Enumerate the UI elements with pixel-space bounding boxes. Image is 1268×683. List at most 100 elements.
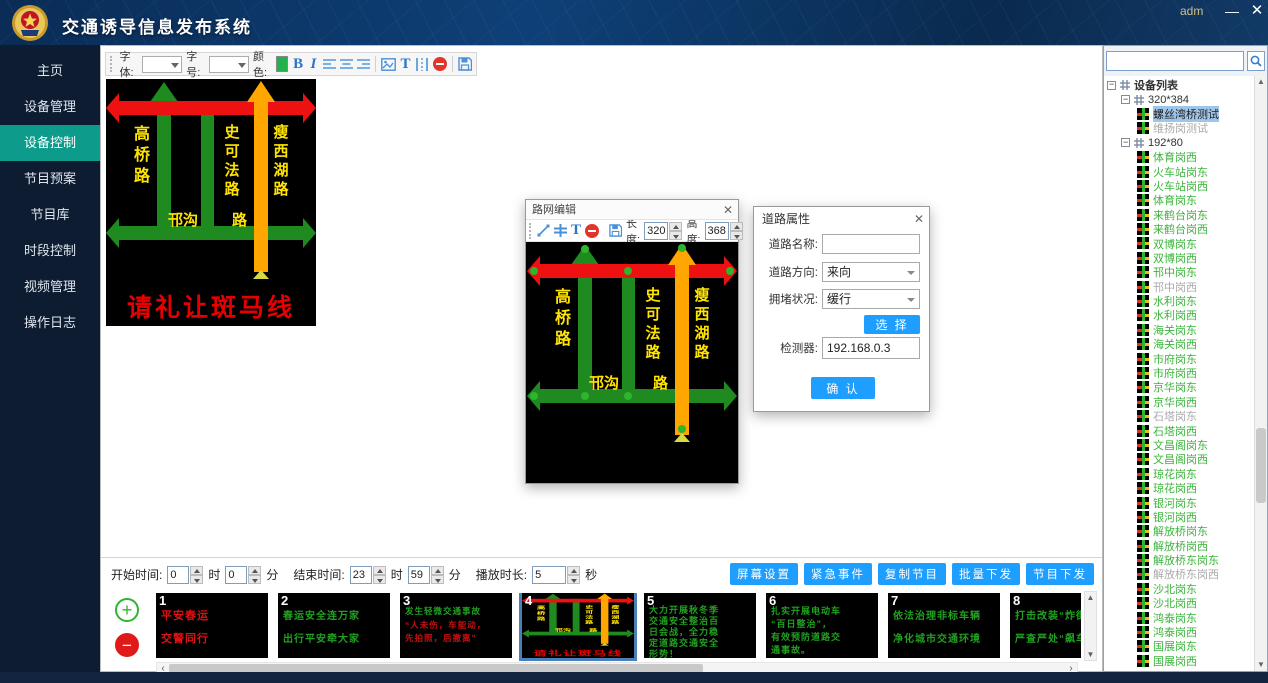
sidebar-item[interactable]: 主页: [0, 53, 100, 89]
end-minute-spinner[interactable]: 59: [408, 566, 444, 584]
device-tree-scrollbar[interactable]: ▲ ▼: [1254, 76, 1267, 671]
spinner-arrows[interactable]: [190, 566, 203, 584]
tree-device-item[interactable]: 水利岗西: [1107, 308, 1256, 322]
tree-device-item[interactable]: 银河岗东: [1107, 495, 1256, 509]
action-button[interactable]: 节目下发: [1026, 563, 1094, 585]
text-tool-button[interactable]: T: [571, 222, 581, 239]
action-button[interactable]: 屏幕设置: [730, 563, 798, 585]
preview-screen[interactable]: 高桥路史可法路瘦西湖路邗沟路请礼让斑马线: [106, 79, 316, 326]
playlist-thumb[interactable]: 7依法治理非标车辆净化城市交通环境: [888, 593, 1000, 658]
playlist-thumb[interactable]: 8打击改装“炸街”严查严处“飙车”: [1010, 593, 1081, 658]
scroll-down-icon[interactable]: ▼: [1255, 659, 1267, 671]
select-button[interactable]: 选 择: [864, 315, 920, 334]
search-input[interactable]: [1106, 51, 1244, 71]
insert-image-icon[interactable]: [381, 56, 396, 73]
sidebar-item[interactable]: 节目预案: [0, 161, 100, 197]
action-button[interactable]: 复制节目: [878, 563, 946, 585]
tree-device-item[interactable]: 螺丝湾桥测试: [1107, 107, 1256, 121]
start-minute-value[interactable]: 0: [225, 566, 247, 584]
remove-program-button[interactable]: −: [115, 633, 139, 657]
end-hour-spinner[interactable]: 23: [350, 566, 386, 584]
crossroad-icon[interactable]: [554, 222, 567, 239]
tree-device-item[interactable]: 国展岗西: [1107, 654, 1256, 668]
end-hour-value[interactable]: 23: [350, 566, 372, 584]
start-hour-value[interactable]: 0: [167, 566, 189, 584]
font-family-select[interactable]: [142, 56, 182, 73]
collapse-icon[interactable]: [1107, 81, 1116, 90]
tree-device-item[interactable]: 火车站岗东: [1107, 164, 1256, 178]
tree-device-item[interactable]: 维扬岗测试: [1107, 121, 1256, 135]
tree-device-item[interactable]: 海关岗东: [1107, 323, 1256, 337]
tree-device-item[interactable]: 火车站岗西: [1107, 179, 1256, 193]
confirm-button[interactable]: 确 认: [811, 377, 875, 399]
bold-button[interactable]: B: [292, 56, 303, 73]
tree-group[interactable]: 192*80: [1107, 136, 1256, 150]
tree-device-item[interactable]: 双博岗东: [1107, 236, 1256, 250]
playlist-thumb[interactable]: 3发生轻微交通事故“人未伤，车能动，先拍照，后撤离”: [400, 593, 512, 658]
spinner-arrows[interactable]: [730, 222, 743, 240]
close-icon[interactable]: ✕: [914, 207, 924, 231]
playlist-thumb[interactable]: 5大力开展秋冬季交通安全整治百日会战，全力稳定道路交通安全形势！: [644, 593, 756, 658]
playlist-thumb[interactable]: 1平安春运交警同行: [156, 593, 268, 658]
tree-device-item[interactable]: 京华岗西: [1107, 395, 1256, 409]
tree-device-item[interactable]: 解放桥岗西: [1107, 539, 1256, 553]
duration-value[interactable]: 5: [532, 566, 566, 584]
spinner-arrows[interactable]: [248, 566, 261, 584]
collapse-icon[interactable]: [1121, 138, 1130, 147]
playlist-thumb[interactable]: 4高桥路史可法路瘦西湖路邗沟路请礼让斑马线: [522, 593, 634, 658]
italic-button[interactable]: I: [308, 56, 319, 73]
add-program-button[interactable]: +: [115, 598, 139, 622]
align-right-icon[interactable]: [357, 56, 370, 73]
congestion-select[interactable]: 缓行: [822, 289, 920, 309]
sidebar-item[interactable]: 操作日志: [0, 305, 100, 341]
tree-device-item[interactable]: 文昌阁岗东: [1107, 438, 1256, 452]
end-minute-value[interactable]: 59: [408, 566, 430, 584]
minimize-button[interactable]: —: [1222, 2, 1242, 20]
detector-input[interactable]: 192.168.0.3: [822, 337, 920, 359]
tree-device-item[interactable]: 来鹤台岗东: [1107, 208, 1256, 222]
tree-device-item[interactable]: 文昌阁岗西: [1107, 452, 1256, 466]
text-tool-button[interactable]: T: [400, 56, 411, 73]
action-button[interactable]: 批量下发: [952, 563, 1020, 585]
road-network-icon[interactable]: [415, 56, 429, 73]
scroll-up-icon[interactable]: ▲: [1255, 76, 1267, 88]
tree-device-item[interactable]: 国展岗东: [1107, 639, 1256, 653]
scroll-up-icon[interactable]: ▲: [1085, 592, 1096, 603]
length-spinner[interactable]: 320: [644, 222, 682, 240]
align-left-icon[interactable]: [323, 56, 336, 73]
search-button[interactable]: [1247, 51, 1265, 71]
tree-device-item[interactable]: 银河岗西: [1107, 510, 1256, 524]
save-icon[interactable]: [458, 56, 472, 73]
playlist-thumb[interactable]: 2春运安全连万家出行平安牵大家: [278, 593, 390, 658]
align-center-icon[interactable]: [340, 56, 353, 73]
save-icon[interactable]: [609, 222, 622, 239]
tree-device-item[interactable]: 京华岗东: [1107, 380, 1256, 394]
spinner-arrows[interactable]: [373, 566, 386, 584]
tree-device-item[interactable]: 鸿泰岗东: [1107, 610, 1256, 624]
sidebar-item[interactable]: 视频管理: [0, 269, 100, 305]
tree-device-item[interactable]: 解放桥东岗东: [1107, 553, 1256, 567]
tree-device-item[interactable]: 沙北岗西: [1107, 596, 1256, 610]
tree-device-item[interactable]: 双博岗西: [1107, 251, 1256, 265]
playlist-vertical-scrollbar[interactable]: ▲ ▼: [1084, 591, 1097, 661]
tree-device-item[interactable]: 海关岗西: [1107, 337, 1256, 351]
tree-device-item[interactable]: 水利岗东: [1107, 294, 1256, 308]
start-minute-spinner[interactable]: 0: [225, 566, 261, 584]
spinner-arrows[interactable]: [567, 566, 580, 584]
tree-device-item[interactable]: 琼花岗东: [1107, 467, 1256, 481]
net-edit-canvas[interactable]: 高桥路史可法路瘦西湖路邗沟路: [526, 242, 738, 483]
start-hour-spinner[interactable]: 0: [167, 566, 203, 584]
tree-device-item[interactable]: 石塔岗西: [1107, 423, 1256, 437]
color-swatch[interactable]: [276, 56, 289, 72]
playlist-thumb[interactable]: 6扎实开展电动车“百日整治”，有效预防道路交通事故。: [766, 593, 878, 658]
action-button[interactable]: 紧急事件: [804, 563, 872, 585]
collapse-icon[interactable]: [1121, 95, 1130, 104]
tree-device-item[interactable]: 来鹤台岗西: [1107, 222, 1256, 236]
tree-device-item[interactable]: 体育岗东: [1107, 193, 1256, 207]
road-name-input[interactable]: [822, 234, 920, 254]
tree-device-item[interactable]: 解放桥东岗西: [1107, 567, 1256, 581]
tree-device-item[interactable]: 邗中岗西: [1107, 279, 1256, 293]
delete-icon[interactable]: [433, 56, 447, 73]
tree-device-item[interactable]: 琼花岗西: [1107, 481, 1256, 495]
length-value[interactable]: 320: [644, 222, 668, 240]
